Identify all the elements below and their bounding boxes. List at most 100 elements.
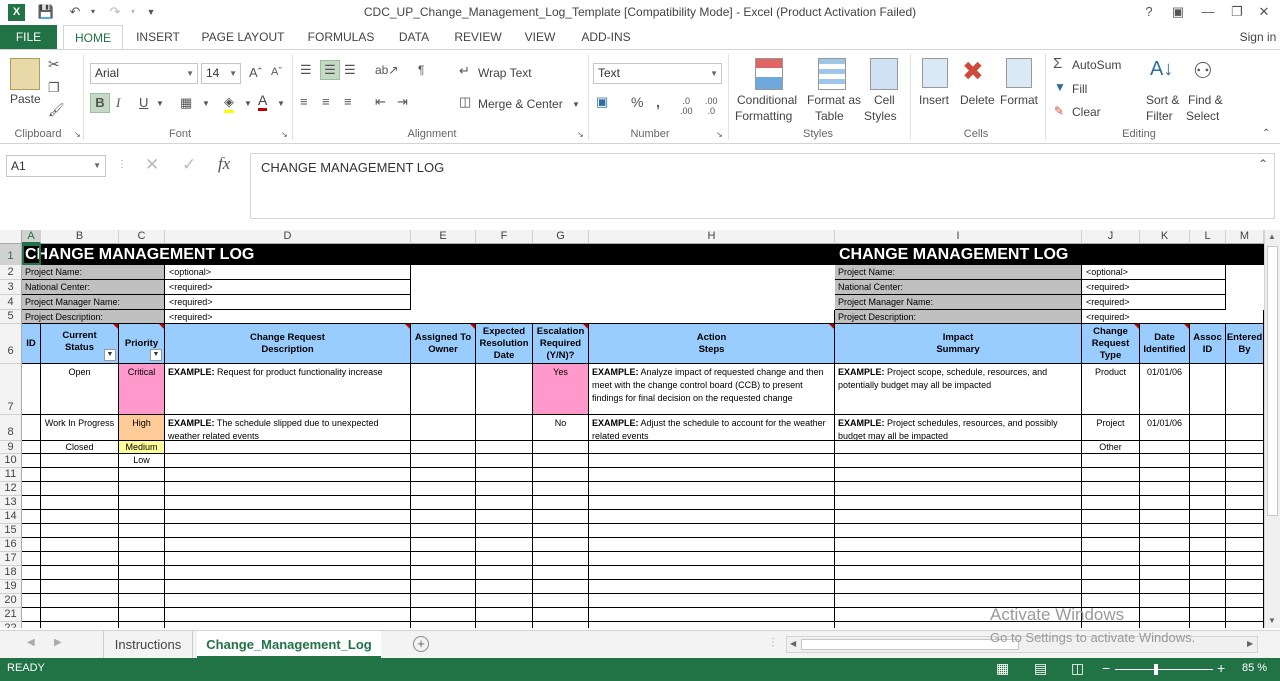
grid-cell[interactable] xyxy=(1226,622,1264,628)
increase-decimal-icon[interactable]: .0.00 xyxy=(680,96,693,116)
grid-cell[interactable] xyxy=(1190,415,1226,441)
percent-icon[interactable]: % xyxy=(631,94,643,110)
grid-cell[interactable] xyxy=(119,580,165,594)
grid-cell[interactable] xyxy=(119,510,165,524)
grid-cell[interactable] xyxy=(476,415,533,441)
page-layout-view-icon[interactable]: ▤ xyxy=(1034,660,1047,677)
grid-cell[interactable] xyxy=(119,552,165,566)
header-status[interactable]: Current Status ▼ xyxy=(41,324,119,364)
grid-cell[interactable] xyxy=(119,482,165,496)
grid-cell[interactable] xyxy=(165,524,411,538)
grid-cell[interactable] xyxy=(589,580,835,594)
grid-cell[interactable] xyxy=(165,622,411,628)
format-cells-button[interactable]: Format xyxy=(1000,93,1038,107)
row-header[interactable]: 14 xyxy=(0,510,22,524)
select-all-corner[interactable] xyxy=(0,230,22,244)
zoom-slider-thumb[interactable] xyxy=(1154,664,1158,675)
row-header[interactable]: 11 xyxy=(0,468,22,482)
fill-icon[interactable]: ▼ xyxy=(1054,80,1066,94)
grid-cell[interactable] xyxy=(41,608,119,622)
tab-review[interactable]: REVIEW xyxy=(448,25,508,49)
grid-cell[interactable] xyxy=(476,622,533,628)
grid-cell[interactable] xyxy=(533,608,589,622)
grid-cell[interactable] xyxy=(165,482,411,496)
grid-cell[interactable] xyxy=(589,468,835,482)
row8-type[interactable]: Project xyxy=(1082,415,1140,441)
grid-cell[interactable] xyxy=(1190,441,1226,454)
grid-cell[interactable] xyxy=(165,566,411,580)
column-header[interactable]: K xyxy=(1140,230,1190,244)
sheet-title-left[interactable]: CHANGE MANAGEMENT LOG xyxy=(25,246,254,264)
grid-cell[interactable] xyxy=(476,608,533,622)
grid-cell[interactable] xyxy=(835,524,1082,538)
grid-cell[interactable] xyxy=(533,580,589,594)
row-header[interactable]: 12 xyxy=(0,482,22,496)
close-button[interactable]: ✕ xyxy=(1252,2,1276,22)
column-header[interactable]: M xyxy=(1226,230,1264,244)
insert-function-icon[interactable]: fx xyxy=(218,154,230,174)
clipboard-launcher-icon[interactable]: ↘ xyxy=(74,130,81,139)
row9-type[interactable]: Other xyxy=(1082,441,1140,454)
column-header[interactable]: I xyxy=(835,230,1082,244)
scroll-up-icon[interactable]: ▲ xyxy=(1268,232,1276,241)
grid-cell[interactable] xyxy=(119,538,165,552)
grid-cell[interactable] xyxy=(41,496,119,510)
grid-cell[interactable] xyxy=(1190,552,1226,566)
grid-cell[interactable] xyxy=(1190,510,1226,524)
grid-cell[interactable] xyxy=(533,441,589,454)
grid-cell[interactable] xyxy=(835,454,1082,468)
autosum-icon[interactable]: Σ xyxy=(1053,55,1062,72)
column-header[interactable]: G xyxy=(533,230,589,244)
row-header[interactable]: 13 xyxy=(0,496,22,510)
project-name-value-right[interactable]: <optional> xyxy=(1082,265,1226,280)
conditional-formatting-icon[interactable] xyxy=(755,58,783,90)
font-launcher-icon[interactable]: ↘ xyxy=(281,130,288,139)
tab-page-layout[interactable]: PAGE LAYOUT xyxy=(196,25,290,49)
accounting-format-icon[interactable]: ▣ xyxy=(596,94,608,110)
row-header[interactable]: 17 xyxy=(0,552,22,566)
grid-cell[interactable] xyxy=(533,566,589,580)
grid-cell[interactable] xyxy=(22,510,41,524)
grid-cell[interactable] xyxy=(41,524,119,538)
grid-cell[interactable] xyxy=(835,566,1082,580)
orientation-icon[interactable]: ab↗ xyxy=(375,63,398,77)
h-scroll-thumb[interactable] xyxy=(801,639,1019,650)
row7-status[interactable]: Open xyxy=(41,364,119,415)
grid-cell[interactable] xyxy=(1140,622,1190,628)
header-assigned[interactable]: Assigned To Owner xyxy=(411,324,476,364)
row-header[interactable]: 15 xyxy=(0,524,22,538)
decrease-indent-icon[interactable]: ⇤ xyxy=(375,94,386,110)
pm-name-value-right[interactable]: <required> xyxy=(1082,295,1226,310)
format-table-icon[interactable] xyxy=(818,58,846,90)
bold-button[interactable]: B xyxy=(90,93,110,113)
normal-view-icon[interactable]: ▦ xyxy=(996,660,1009,677)
formula-input[interactable]: CHANGE MANAGEMENT LOG xyxy=(250,153,1275,219)
row8-impact[interactable]: EXAMPLE: Project schedules, resources, a… xyxy=(835,415,1082,441)
collapse-formula-icon[interactable]: ⌃ xyxy=(1258,157,1268,171)
grid-cell[interactable] xyxy=(1140,510,1190,524)
help-button[interactable]: ? xyxy=(1137,2,1161,22)
row8-status[interactable]: Work In Progress xyxy=(41,415,119,441)
grid-cell[interactable] xyxy=(41,594,119,608)
zoom-out-icon[interactable]: − xyxy=(1102,660,1110,676)
header-assoc[interactable]: Assoc ID xyxy=(1190,324,1226,364)
grid-cell[interactable] xyxy=(41,552,119,566)
align-left-icon[interactable]: ≡ xyxy=(300,94,308,109)
vertical-scrollbar[interactable]: ▲ ▼ xyxy=(1264,230,1280,628)
tab-view[interactable]: VIEW xyxy=(520,25,560,49)
merge-center-icon[interactable]: ◫ xyxy=(459,94,471,110)
underline-dropdown-icon[interactable]: ▼ xyxy=(156,99,164,108)
project-desc-value[interactable]: <required> xyxy=(165,310,835,324)
row-header[interactable]: 18 xyxy=(0,566,22,580)
grid-cell[interactable] xyxy=(476,510,533,524)
row7-type[interactable]: Product xyxy=(1082,364,1140,415)
grid-cell[interactable] xyxy=(41,538,119,552)
header-description[interactable]: Change Request Description xyxy=(165,324,411,364)
format-table-label1[interactable]: Format as xyxy=(807,93,861,107)
column-header[interactable]: B xyxy=(41,230,119,244)
row-header[interactable]: 21 xyxy=(0,608,22,622)
grid-cell[interactable] xyxy=(165,608,411,622)
borders-dropdown-icon[interactable]: ▼ xyxy=(202,99,210,108)
grid-cell[interactable] xyxy=(411,510,476,524)
grid-cell[interactable] xyxy=(835,552,1082,566)
